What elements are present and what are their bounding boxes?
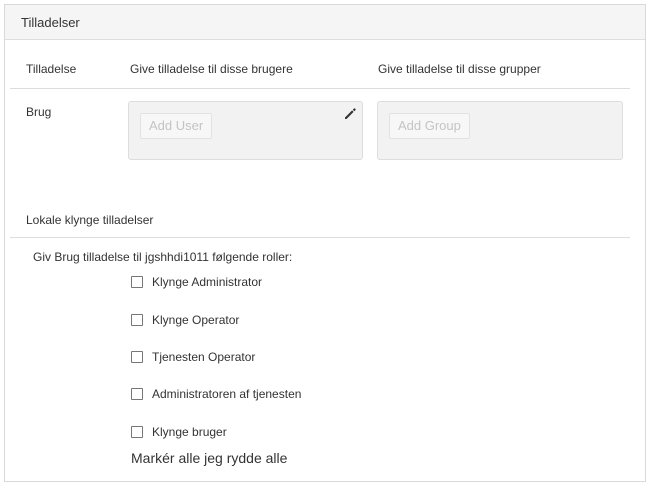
group-picker[interactable]: Add Group bbox=[377, 101, 623, 160]
role-service-operator[interactable]: Tjenesten Operator bbox=[131, 349, 255, 365]
role-label: Klynge bruger bbox=[152, 425, 227, 439]
local-cluster-section-label: Lokale klynge tilladelser bbox=[26, 213, 154, 227]
column-header-users: Give tilladelse til disse brugere bbox=[130, 62, 293, 76]
checkbox[interactable] bbox=[131, 426, 143, 438]
roles-intro-text: Giv Brug tilladelse til jgshhdi1011 følg… bbox=[33, 250, 293, 264]
checkbox[interactable] bbox=[131, 351, 143, 363]
role-service-administrator[interactable]: Administratoren af tjenesten bbox=[131, 386, 301, 402]
column-header-permission: Tilladelse bbox=[26, 62, 77, 76]
role-label: Klynge Operator bbox=[152, 313, 240, 327]
user-picker[interactable]: Add User bbox=[128, 101, 363, 160]
column-header-groups: Give tilladelse til disse grupper bbox=[378, 62, 541, 76]
checkbox[interactable] bbox=[131, 276, 143, 288]
permissions-panel: Tilladelser bbox=[4, 4, 646, 482]
checkbox[interactable] bbox=[131, 314, 143, 326]
select-all-link[interactable]: Markér alle bbox=[131, 450, 200, 466]
role-cluster-user[interactable]: Klynge bruger bbox=[131, 424, 227, 440]
section-divider bbox=[10, 237, 630, 238]
permission-row-label: Brug bbox=[26, 105, 52, 119]
role-label: Tjenesten Operator bbox=[152, 350, 256, 364]
bulk-select-links: Markér alle jeg rydde alle bbox=[131, 450, 287, 466]
panel-title: Tilladelser bbox=[5, 5, 645, 40]
table-header-divider bbox=[10, 88, 630, 89]
clear-all-link[interactable]: jeg rydde alle bbox=[204, 450, 287, 466]
role-label: Administratoren af tjenesten bbox=[152, 387, 302, 401]
role-label: Klynge Administrator bbox=[152, 275, 263, 289]
add-user-button[interactable]: Add User bbox=[140, 113, 213, 139]
role-cluster-operator[interactable]: Klynge Operator bbox=[131, 312, 239, 328]
checkbox[interactable] bbox=[131, 388, 143, 400]
add-group-button[interactable]: Add Group bbox=[389, 113, 470, 139]
pencil-icon[interactable] bbox=[343, 107, 357, 121]
role-cluster-administrator[interactable]: Klynge Administrator bbox=[131, 274, 262, 290]
